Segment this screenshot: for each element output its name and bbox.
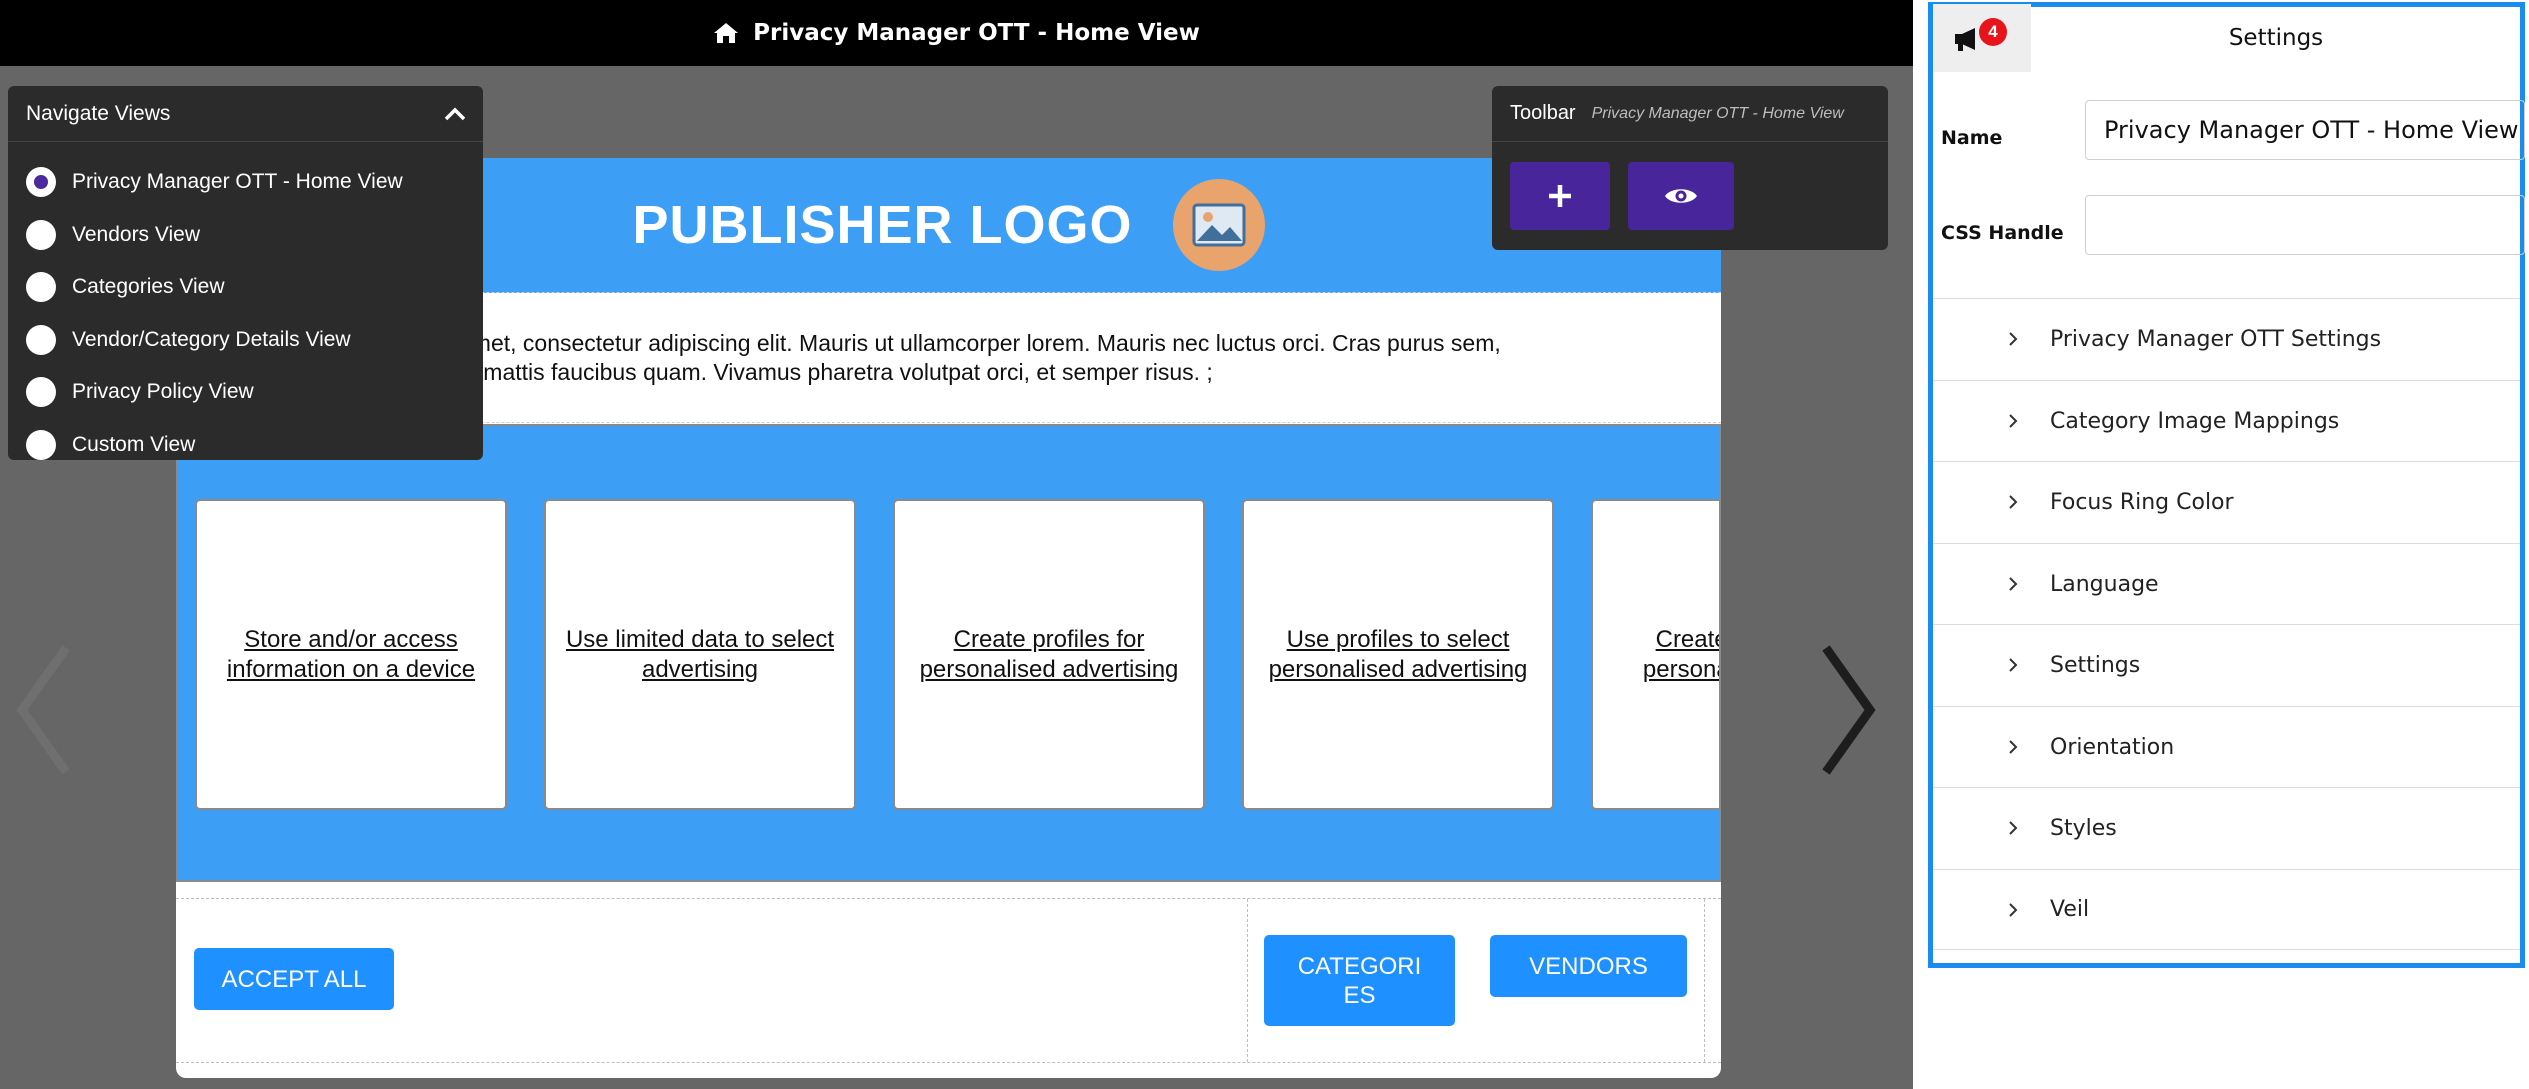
category-card[interactable]: Create profiles to personalise content — [1591, 499, 1719, 810]
previous-arrow-icon[interactable] — [14, 640, 74, 780]
toolbar-header: Toolbar Privacy Manager OTT - Home View — [1492, 86, 1888, 142]
editor-canvas: Privacy Manager OTT - Home View PUBLISHE… — [0, 0, 1913, 1089]
settings-title: Settings — [2228, 25, 2324, 51]
view-option-privacy-policy[interactable]: Privacy Policy View — [8, 366, 483, 419]
view-title: Privacy Manager OTT - Home View — [753, 20, 1200, 46]
category-carousel: Store and/or access information on a dev… — [176, 424, 1721, 882]
section-privacy-manager-ott-settings[interactable]: Privacy Manager OTT Settings — [1933, 298, 2520, 379]
radio-button[interactable] — [26, 167, 56, 198]
accept-all-button[interactable]: ACCEPT ALL — [194, 948, 394, 1010]
name-label: Name — [1941, 127, 2003, 149]
settings-panel: 4 Settings Name Privacy Manager OTT - Ho… — [1913, 0, 2529, 1089]
add-component-button[interactable] — [1510, 162, 1610, 230]
navigate-views-header[interactable]: Navigate Views — [8, 86, 483, 142]
radio-button[interactable] — [26, 219, 56, 250]
section-styles[interactable]: Styles — [1933, 787, 2520, 868]
chevron-right-icon — [2009, 740, 2018, 754]
category-card[interactable]: Store and/or access information on a dev… — [195, 499, 507, 810]
radio-button[interactable] — [26, 429, 56, 460]
next-arrow-icon[interactable] — [1818, 640, 1878, 780]
view-option-details[interactable]: Vendor/Category Details View — [8, 314, 483, 367]
navigate-views-panel: Navigate Views Privacy Manager OTT - Hom… — [8, 86, 483, 460]
chevron-right-icon — [2009, 414, 2018, 428]
category-card[interactable]: Create profiles for personalised adverti… — [893, 499, 1205, 810]
name-input[interactable]: Privacy Manager OTT - Home View — [2085, 100, 2525, 160]
notification-badge: 4 — [1979, 18, 2007, 46]
view-option-vendors[interactable]: Vendors View — [8, 209, 483, 262]
navigate-views-title: Navigate Views — [26, 101, 171, 125]
section-focus-ring-color[interactable]: Focus Ring Color — [1933, 461, 2520, 542]
chevron-right-icon — [2009, 821, 2018, 835]
view-title-bar: Privacy Manager OTT - Home View — [0, 0, 1913, 66]
vendors-button[interactable]: VENDORS — [1490, 935, 1687, 997]
css-handle-input[interactable] — [2085, 195, 2525, 255]
publisher-logo-text: PUBLISHER LOGO — [632, 195, 1133, 255]
chevron-right-icon — [2009, 332, 2018, 346]
notification-button[interactable]: 4 — [1933, 4, 2031, 72]
view-option-home[interactable]: Privacy Manager OTT - Home View — [8, 156, 483, 209]
logo-image-icon — [1172, 179, 1265, 271]
button-area: ACCEPT ALL CATEGORI ES VENDORS — [176, 898, 1721, 1063]
view-option-categories[interactable]: Categories View — [8, 261, 483, 314]
category-card[interactable]: Use limited data to select advertising — [544, 499, 856, 810]
category-card[interactable]: Use profiles to select personalised adve… — [1242, 499, 1554, 810]
view-list: Privacy Manager OTT - Home View Vendors … — [8, 142, 483, 460]
chevron-right-icon — [2009, 902, 2018, 917]
categories-button[interactable]: CATEGORI ES — [1264, 935, 1455, 1026]
section-settings[interactable]: Settings — [1933, 624, 2520, 705]
toolbar-title: Toolbar — [1510, 102, 1576, 124]
radio-button[interactable] — [26, 324, 56, 355]
chevron-up-icon[interactable] — [443, 106, 467, 122]
radio-button[interactable] — [26, 272, 56, 303]
toolbar-subtitle: Privacy Manager OTT - Home View — [1591, 104, 1844, 122]
view-option-custom[interactable]: Custom View — [8, 419, 483, 461]
section-category-image-mappings[interactable]: Category Image Mappings — [1933, 380, 2520, 461]
eye-icon — [1665, 189, 1697, 203]
radio-button[interactable] — [26, 377, 56, 408]
toolbar-panel: Toolbar Privacy Manager OTT - Home View — [1492, 86, 1888, 250]
chevron-right-icon — [2009, 577, 2018, 591]
section-orientation[interactable]: Orientation — [1933, 706, 2520, 787]
chevron-right-icon — [2009, 658, 2018, 672]
home-icon — [714, 23, 739, 43]
section-language[interactable]: Language — [1933, 543, 2520, 624]
section-veil[interactable]: Veil — [1933, 869, 2520, 950]
plus-icon — [1549, 185, 1571, 207]
preview-button[interactable] — [1628, 162, 1734, 230]
css-handle-label: CSS Handle — [1941, 222, 2064, 244]
chevron-right-icon — [2009, 495, 2018, 509]
